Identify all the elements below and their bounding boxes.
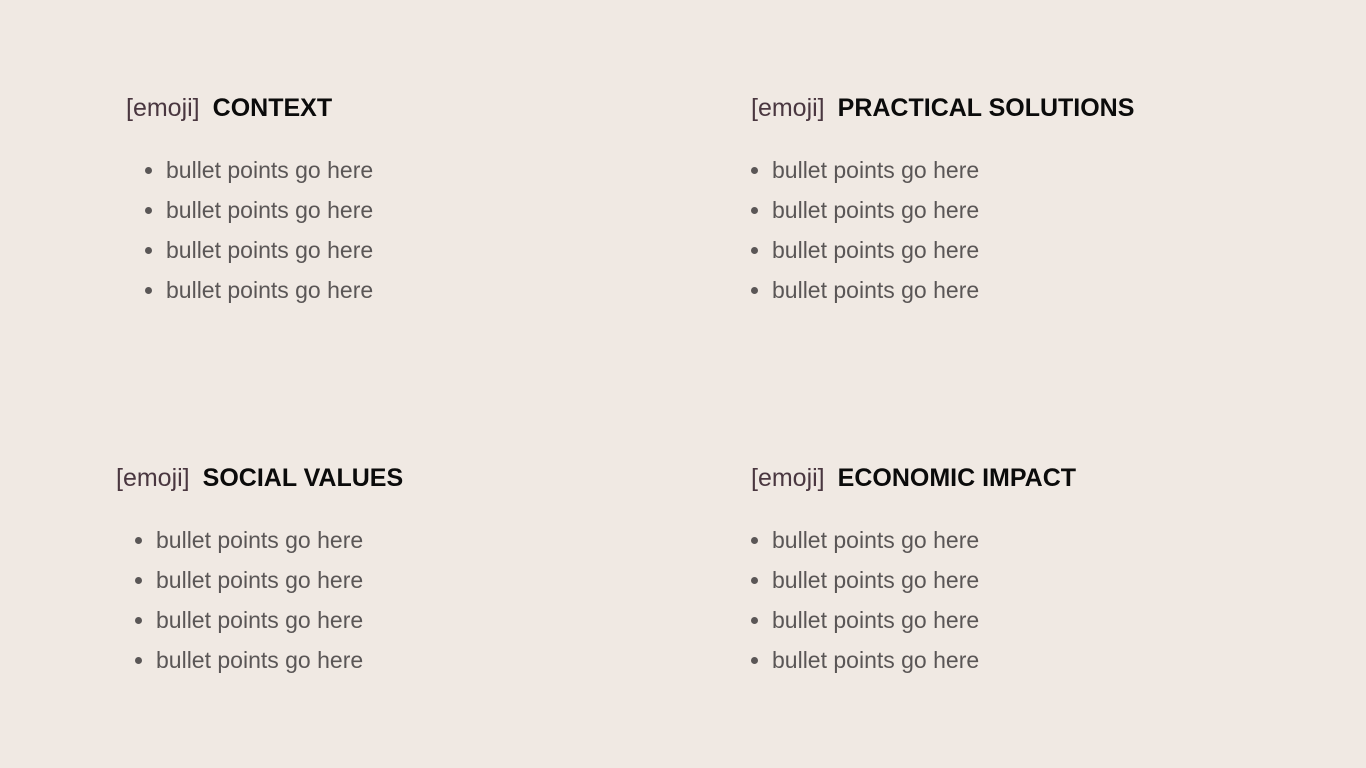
section-title: CONTEXT xyxy=(212,94,333,122)
list-item: bullet points go here xyxy=(166,190,373,230)
list-item: bullet points go here xyxy=(166,270,373,310)
section-social-values: [emoji] SOCIAL VALUES bullet points go h… xyxy=(116,462,403,680)
section-header: [emoji] ECONOMIC IMPACT xyxy=(751,462,1076,494)
emoji-placeholder: [emoji] xyxy=(116,464,190,492)
list-item: bullet points go here xyxy=(166,230,373,270)
list-item: bullet points go here xyxy=(772,230,1134,270)
list-item: bullet points go here xyxy=(772,520,1076,560)
section-header: [emoji] CONTEXT xyxy=(126,92,373,124)
list-item: bullet points go here xyxy=(772,150,1134,190)
bullet-list: bullet points go here bullet points go h… xyxy=(116,520,403,680)
section-title: PRACTICAL SOLUTIONS xyxy=(837,94,1135,122)
list-item: bullet points go here xyxy=(772,190,1134,230)
section-practical-solutions: [emoji] PRACTICAL SOLUTIONS bullet point… xyxy=(751,92,1134,310)
list-item: bullet points go here xyxy=(156,560,403,600)
section-context: [emoji] CONTEXT bullet points go here bu… xyxy=(126,92,373,310)
bullet-list: bullet points go here bullet points go h… xyxy=(751,150,1134,310)
list-item: bullet points go here xyxy=(772,640,1076,680)
section-title: ECONOMIC IMPACT xyxy=(837,464,1077,492)
list-item: bullet points go here xyxy=(772,600,1076,640)
bullet-list: bullet points go here bullet points go h… xyxy=(126,150,373,310)
list-item: bullet points go here xyxy=(156,640,403,680)
emoji-placeholder: [emoji] xyxy=(126,94,200,122)
list-item: bullet points go here xyxy=(166,150,373,190)
section-header: [emoji] SOCIAL VALUES xyxy=(116,462,403,494)
section-economic-impact: [emoji] ECONOMIC IMPACT bullet points go… xyxy=(751,462,1076,680)
emoji-placeholder: [emoji] xyxy=(751,94,825,122)
list-item: bullet points go here xyxy=(772,270,1134,310)
section-header: [emoji] PRACTICAL SOLUTIONS xyxy=(751,92,1134,124)
emoji-placeholder: [emoji] xyxy=(751,464,825,492)
list-item: bullet points go here xyxy=(156,600,403,640)
section-title: SOCIAL VALUES xyxy=(202,464,404,492)
list-item: bullet points go here xyxy=(156,520,403,560)
list-item: bullet points go here xyxy=(772,560,1076,600)
bullet-list: bullet points go here bullet points go h… xyxy=(751,520,1076,680)
